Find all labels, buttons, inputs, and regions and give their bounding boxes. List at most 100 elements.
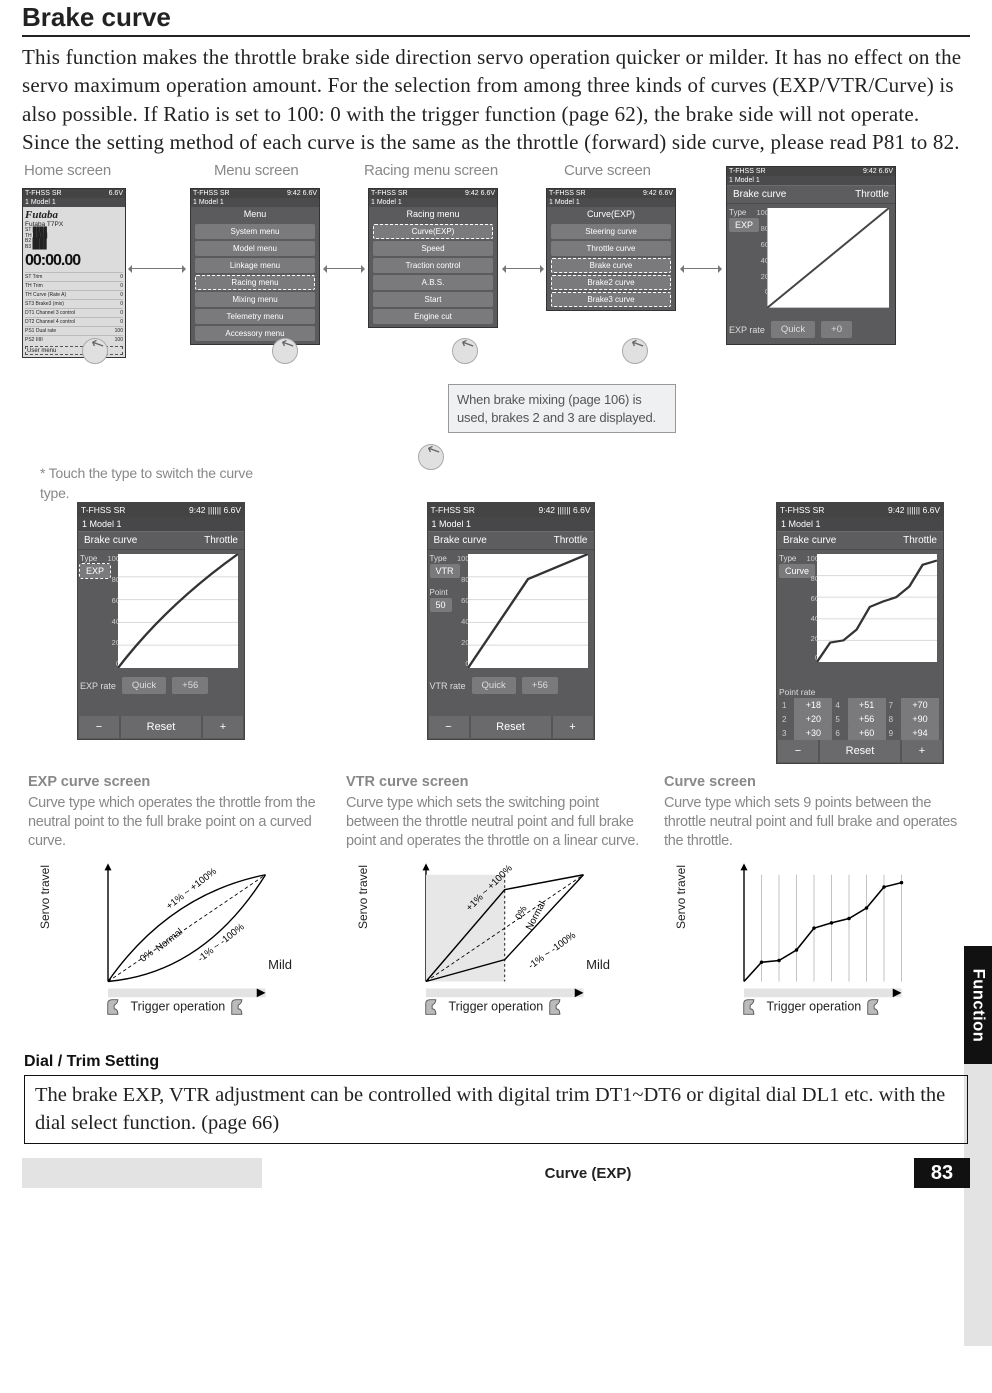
minus-button[interactable]: − xyxy=(778,740,818,762)
reset-button[interactable]: Reset xyxy=(820,740,900,762)
minus-button[interactable]: − xyxy=(429,716,469,738)
svg-text:+1% ~ +100%: +1% ~ +100% xyxy=(164,866,219,912)
plus-button[interactable]: + xyxy=(902,740,942,762)
arrow-2 xyxy=(327,268,361,269)
y-axis-label: Servo travel xyxy=(38,865,52,929)
vtr-point-value[interactable]: 50 xyxy=(430,598,452,612)
exp-rate-value[interactable]: +56 xyxy=(172,677,208,694)
curve-nav-thumb: T-FHSS SR9:42 6.6V 1 Model 1 Curve(EXP) … xyxy=(546,188,676,311)
menu-item-highlight[interactable]: Racing menu xyxy=(195,275,315,290)
point-value[interactable]: +90 xyxy=(901,712,939,726)
page-number: 83 xyxy=(914,1158,970,1188)
vtr-rate-value[interactable]: +56 xyxy=(522,677,558,694)
home-timer: 00:00.00 xyxy=(25,252,123,270)
vtr-curve-device: T-FHSS SR9:42 |||||| 6.6V 1 Model 1 Brak… xyxy=(427,502,595,764)
menu-label: Menu screen xyxy=(214,162,299,179)
steer-curve-chart xyxy=(767,208,889,308)
menu-item[interactable]: Model menu xyxy=(195,241,315,256)
touch-icon-menu: ↖ xyxy=(272,338,300,366)
exp-rate-label: EXP rate xyxy=(80,681,116,691)
curve-curve-device: T-FHSS SR9:42 |||||| 6.6V 1 Model 1 Brak… xyxy=(776,502,944,764)
exp-chart xyxy=(118,554,238,668)
arrow-4 xyxy=(684,268,718,269)
touch-icon-home: ↖ xyxy=(82,338,110,366)
minus-button[interactable]: − xyxy=(79,716,119,738)
side-tab-label: Function xyxy=(969,968,988,1042)
x-axis-label: Trigger operation xyxy=(131,999,226,1013)
reset-button[interactable]: Reset xyxy=(121,716,201,738)
type-switch-note: * Touch the type to switch the curve typ… xyxy=(40,464,260,503)
curve-point-grid: Point rate 1+18 4+51 7+70 2+20 5+56 8+90… xyxy=(779,687,939,740)
footer-label: Curve (EXP) xyxy=(262,1165,914,1182)
trigger-icon xyxy=(547,997,569,1017)
vtr-quick-button[interactable]: Quick xyxy=(472,677,516,694)
title-rule xyxy=(22,35,970,37)
menu-items: System menu Model menu Linkage menu Raci… xyxy=(195,224,315,341)
racing-item-highlight[interactable]: Curve(EXP) xyxy=(373,224,493,239)
point-value[interactable]: +56 xyxy=(848,712,886,726)
racing-item[interactable]: Speed xyxy=(373,241,493,256)
arrow-3 xyxy=(506,268,540,269)
point-value[interactable]: +94 xyxy=(901,726,939,740)
page-title: Brake curve xyxy=(22,2,970,33)
curve-nav-item[interactable]: Throttle curve xyxy=(551,241,671,256)
exp-explain-graph: Servo travel Mild 0% Normal +1% ~ +100% … xyxy=(28,859,328,1039)
curve-desc-title: Curve screen xyxy=(664,774,964,790)
svg-text:-1% ~ -100%: -1% ~ -100% xyxy=(526,930,578,972)
rate-quick[interactable]: Quick xyxy=(771,321,815,338)
plus-button[interactable]: + xyxy=(553,716,593,738)
rate-value[interactable]: +0 xyxy=(821,321,852,338)
vtr-chart xyxy=(468,554,588,668)
exp-desc-title: EXP curve screen xyxy=(28,774,328,790)
racing-title: Racing menu xyxy=(369,207,497,221)
touch-icon-curve-nav: ↖ xyxy=(622,338,650,366)
side-tab-function: Function xyxy=(964,946,992,1064)
point-value[interactable]: +60 xyxy=(848,726,886,740)
exp-quick-button[interactable]: Quick xyxy=(122,677,166,694)
vtr-point-label: Point xyxy=(430,588,448,597)
touch-icon-callout: ↖ xyxy=(418,444,446,472)
trigger-icon xyxy=(741,997,763,1017)
vtr-desc-title: VTR curve screen xyxy=(346,774,646,790)
home-brand: Futaba xyxy=(25,209,123,221)
curve-nav-item[interactable]: Brake2 curve xyxy=(551,275,671,290)
touch-icon-racing: ↖ xyxy=(452,338,480,366)
menu-title: Menu xyxy=(191,207,319,221)
racing-item[interactable]: Engine cut xyxy=(373,309,493,324)
menu-item[interactable]: Mixing menu xyxy=(195,292,315,307)
curve-explain-graph: Servo travel Trigger operation xyxy=(664,859,964,1039)
exp-desc-text: Curve type which operates the throttle f… xyxy=(28,794,328,851)
trigger-icon xyxy=(865,997,887,1017)
racing-item[interactable]: Traction control xyxy=(373,258,493,273)
trigger-icon xyxy=(423,997,445,1017)
trigger-icon xyxy=(229,997,251,1017)
curve-label: Curve screen xyxy=(564,162,651,179)
racing-item[interactable]: Start xyxy=(373,292,493,307)
x-axis-label: Trigger operation xyxy=(449,999,544,1013)
point-value[interactable]: +51 xyxy=(848,698,886,712)
menu-item[interactable]: System menu xyxy=(195,224,315,239)
mild-label: Mild xyxy=(586,957,610,972)
mild-label: Mild xyxy=(268,957,292,972)
point-value[interactable]: +18 xyxy=(794,698,832,712)
curve-nav-item-highlight[interactable]: Brake curve xyxy=(551,258,671,273)
home-label: Home screen xyxy=(24,162,111,179)
plus-button[interactable]: + xyxy=(203,716,243,738)
menu-item[interactable]: Linkage menu xyxy=(195,258,315,273)
intro-text: This function makes the throttle brake s… xyxy=(22,43,970,156)
racing-label: Racing menu screen xyxy=(364,162,498,179)
racing-item[interactable]: A.B.S. xyxy=(373,275,493,290)
dial-trim-heading: Dial / Trim Setting xyxy=(24,1053,970,1071)
curve-nav-item[interactable]: Brake3 curve xyxy=(551,292,671,307)
menu-item[interactable]: Telemetry menu xyxy=(195,309,315,324)
reset-button[interactable]: Reset xyxy=(471,716,551,738)
svg-text:0%: 0% xyxy=(138,947,156,964)
trigger-icon xyxy=(105,997,127,1017)
point-value[interactable]: +20 xyxy=(794,712,832,726)
curve-nav-title: Curve(EXP) xyxy=(547,207,675,221)
point-value[interactable]: +70 xyxy=(901,698,939,712)
point-value[interactable]: +30 xyxy=(794,726,832,740)
y-axis-label: Servo travel xyxy=(356,865,370,929)
curve-nav-item[interactable]: Steering curve xyxy=(551,224,671,239)
vtr-desc-text: Curve type which sets the switching poin… xyxy=(346,794,646,851)
